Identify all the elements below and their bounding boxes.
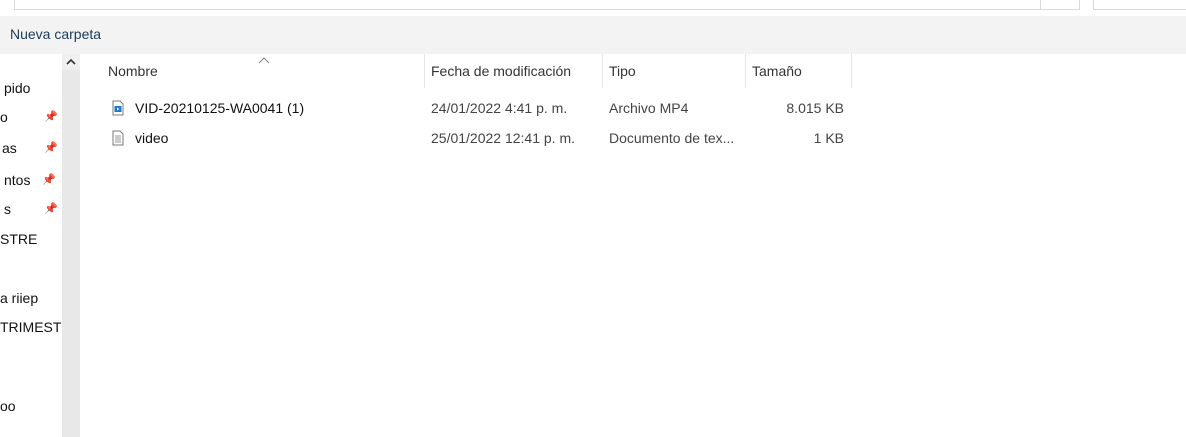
nav-item-pinned-4[interactable]: s 📌	[0, 201, 62, 223]
video-file-icon	[112, 100, 124, 116]
nav-item-label: TRIMEST	[0, 319, 62, 335]
nav-item-quick-access[interactable]: pido	[0, 80, 62, 102]
navigation-scrollbar[interactable]	[62, 54, 80, 437]
column-header-label: Tipo	[609, 63, 636, 79]
column-divider[interactable]	[851, 54, 852, 88]
nav-item-label: ntos	[4, 172, 31, 188]
pin-icon[interactable]: 📌	[42, 173, 56, 186]
command-bar: Nueva carpeta	[0, 16, 1186, 54]
file-row[interactable]: video 25/01/2022 12:41 p. m. Documento d…	[80, 128, 852, 150]
file-date: 24/01/2022 4:41 p. m.	[431, 100, 568, 116]
address-bar[interactable]	[14, 0, 1080, 10]
nav-item-label: pido	[4, 80, 31, 96]
file-date: 25/01/2022 12:41 p. m.	[431, 130, 575, 146]
chevron-up-icon	[66, 58, 76, 65]
file-type: Archivo MP4	[609, 100, 689, 116]
file-size: 8.015 KB	[786, 100, 844, 116]
text-file-icon	[112, 130, 124, 146]
nav-item-label: a riiep	[0, 290, 39, 306]
pin-icon[interactable]: 📌	[44, 202, 58, 215]
file-name: video	[135, 130, 169, 146]
nav-item-label: STRE	[0, 231, 38, 247]
file-size: 1 KB	[813, 130, 844, 146]
file-type: Documento de tex...	[609, 130, 735, 146]
nav-item-pinned-3[interactable]: ntos 📌	[0, 172, 62, 194]
nav-item-folder-3[interactable]: TRIMEST	[0, 319, 62, 341]
address-bar-divider	[1040, 0, 1041, 10]
nav-item-label: as	[2, 140, 17, 156]
nav-item-pinned-2[interactable]: as 📌	[0, 140, 62, 162]
pin-icon[interactable]: 📌	[44, 110, 58, 123]
nav-item-folder-4[interactable]: oo	[0, 398, 62, 420]
top-bar	[0, 0, 1186, 12]
column-header-size[interactable]: Tamaño	[746, 54, 852, 88]
nav-item-label: s	[4, 201, 11, 217]
column-header-date[interactable]: Fecha de modificación	[425, 54, 603, 88]
navigation-pane: pido o 📌 as 📌 ntos 📌 s 📌 STRE a riiep TR…	[0, 54, 62, 437]
nav-item-pinned-1[interactable]: o 📌	[0, 109, 62, 131]
column-header-type[interactable]: Tipo	[603, 54, 746, 88]
nav-item-folder-2[interactable]: a riiep	[0, 290, 62, 312]
column-header-label: Nombre	[108, 63, 158, 79]
column-headers: Nombre Fecha de modificación Tipo Tamaño	[80, 54, 1186, 88]
pin-icon[interactable]: 📌	[44, 141, 58, 154]
column-header-label: Fecha de modificación	[431, 63, 572, 79]
nav-item-label: o	[0, 109, 8, 125]
new-folder-button[interactable]: Nueva carpeta	[10, 26, 101, 42]
column-header-label: Tamaño	[752, 63, 802, 79]
sort-ascending-icon	[258, 57, 270, 64]
nav-item-folder-1[interactable]: STRE	[0, 231, 62, 253]
scroll-up-button[interactable]	[62, 54, 80, 70]
nav-item-label: oo	[0, 398, 16, 414]
file-row[interactable]: VID-20210125-WA0041 (1) 24/01/2022 4:41 …	[80, 98, 852, 120]
file-name: VID-20210125-WA0041 (1)	[135, 100, 305, 116]
column-header-name[interactable]: Nombre	[80, 54, 425, 88]
search-box[interactable]	[1093, 0, 1186, 10]
